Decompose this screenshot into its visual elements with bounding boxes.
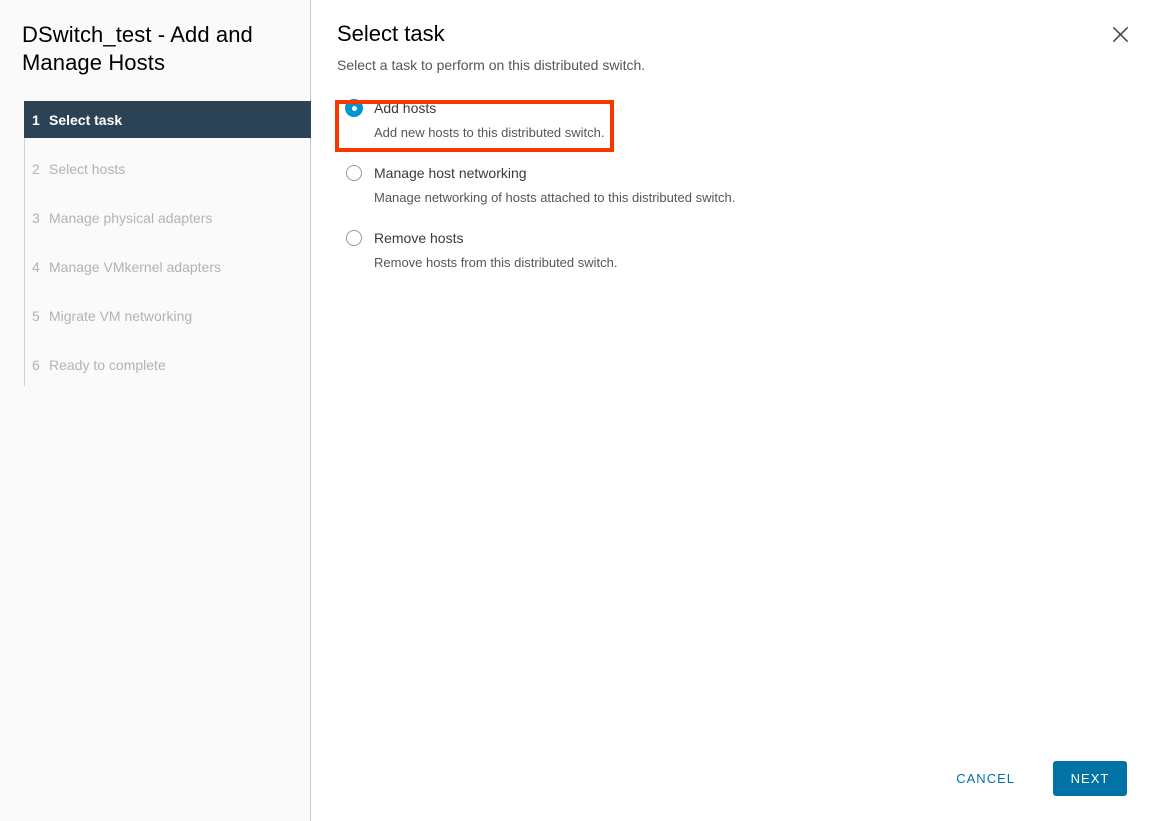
radio-option-manage-host-networking[interactable]: Manage host networking Manage networking… xyxy=(337,163,1150,206)
add-manage-hosts-wizard: DSwitch_test - Add and Manage Hosts 1 Se… xyxy=(0,0,1150,821)
sidebar-step-select-task[interactable]: 1 Select task xyxy=(24,101,311,138)
wizard-footer: CANCEL NEXT xyxy=(937,761,1127,796)
step-number: 5 xyxy=(32,308,49,324)
step-number: 3 xyxy=(32,210,49,226)
wizard-sidebar: DSwitch_test - Add and Manage Hosts 1 Se… xyxy=(0,0,311,821)
close-icon xyxy=(1112,26,1129,43)
radio-dot xyxy=(352,106,357,111)
radio-label: Remove hosts xyxy=(374,229,463,247)
radio-button-remove-hosts[interactable] xyxy=(345,229,363,247)
step-label: Select hosts xyxy=(49,161,125,177)
next-button[interactable]: NEXT xyxy=(1053,761,1127,796)
radio-ring xyxy=(346,165,362,181)
radio-option-row[interactable]: Manage host networking xyxy=(337,163,1150,183)
radio-description: Remove hosts from this distributed switc… xyxy=(374,254,1150,271)
step-label: Manage physical adapters xyxy=(49,210,212,226)
step-label: Ready to complete xyxy=(49,357,166,373)
sidebar-step-manage-vmkernel-adapters[interactable]: 4 Manage VMkernel adapters xyxy=(24,248,310,285)
sidebar-step-select-hosts[interactable]: 2 Select hosts xyxy=(24,150,310,187)
radio-option-remove-hosts[interactable]: Remove hosts Remove hosts from this dist… xyxy=(337,228,1150,271)
radio-label: Manage host networking xyxy=(374,164,527,182)
step-label: Select task xyxy=(49,112,122,128)
radio-option-row[interactable]: Add hosts xyxy=(337,98,1150,118)
radio-option-row[interactable]: Remove hosts xyxy=(337,228,1150,248)
sidebar-step-manage-physical-adapters[interactable]: 3 Manage physical adapters xyxy=(24,199,310,236)
radio-description: Add new hosts to this distributed switch… xyxy=(374,124,1150,141)
step-label: Migrate VM networking xyxy=(49,308,192,324)
radio-button-add-hosts[interactable] xyxy=(345,99,363,117)
wizard-stepper: 1 Select task 2 Select hosts 3 Manage ph… xyxy=(0,101,310,383)
step-number: 1 xyxy=(32,112,49,128)
step-number: 6 xyxy=(32,357,49,373)
stepper-rail xyxy=(24,103,25,386)
cancel-button[interactable]: CANCEL xyxy=(937,761,1034,796)
radio-label: Add hosts xyxy=(374,99,436,117)
step-label: Manage VMkernel adapters xyxy=(49,259,221,275)
wizard-title: DSwitch_test - Add and Manage Hosts xyxy=(22,21,288,77)
page-title: Select task xyxy=(337,20,1150,48)
sidebar-step-ready-to-complete[interactable]: 6 Ready to complete xyxy=(24,346,310,383)
sidebar-step-migrate-vm-networking[interactable]: 5 Migrate VM networking xyxy=(24,297,310,334)
wizard-main-pane: Select task Select a task to perform on … xyxy=(311,0,1150,821)
radio-button-manage-host-networking[interactable] xyxy=(345,164,363,182)
step-number: 4 xyxy=(32,259,49,275)
page-subtitle: Select a task to perform on this distrib… xyxy=(337,56,1150,74)
radio-ring xyxy=(346,230,362,246)
task-radio-group: Add hosts Add new hosts to this distribu… xyxy=(337,98,1150,271)
step-number: 2 xyxy=(32,161,49,177)
close-button[interactable] xyxy=(1107,21,1133,47)
radio-option-add-hosts[interactable]: Add hosts Add new hosts to this distribu… xyxy=(337,98,1150,141)
radio-description: Manage networking of hosts attached to t… xyxy=(374,189,1150,206)
